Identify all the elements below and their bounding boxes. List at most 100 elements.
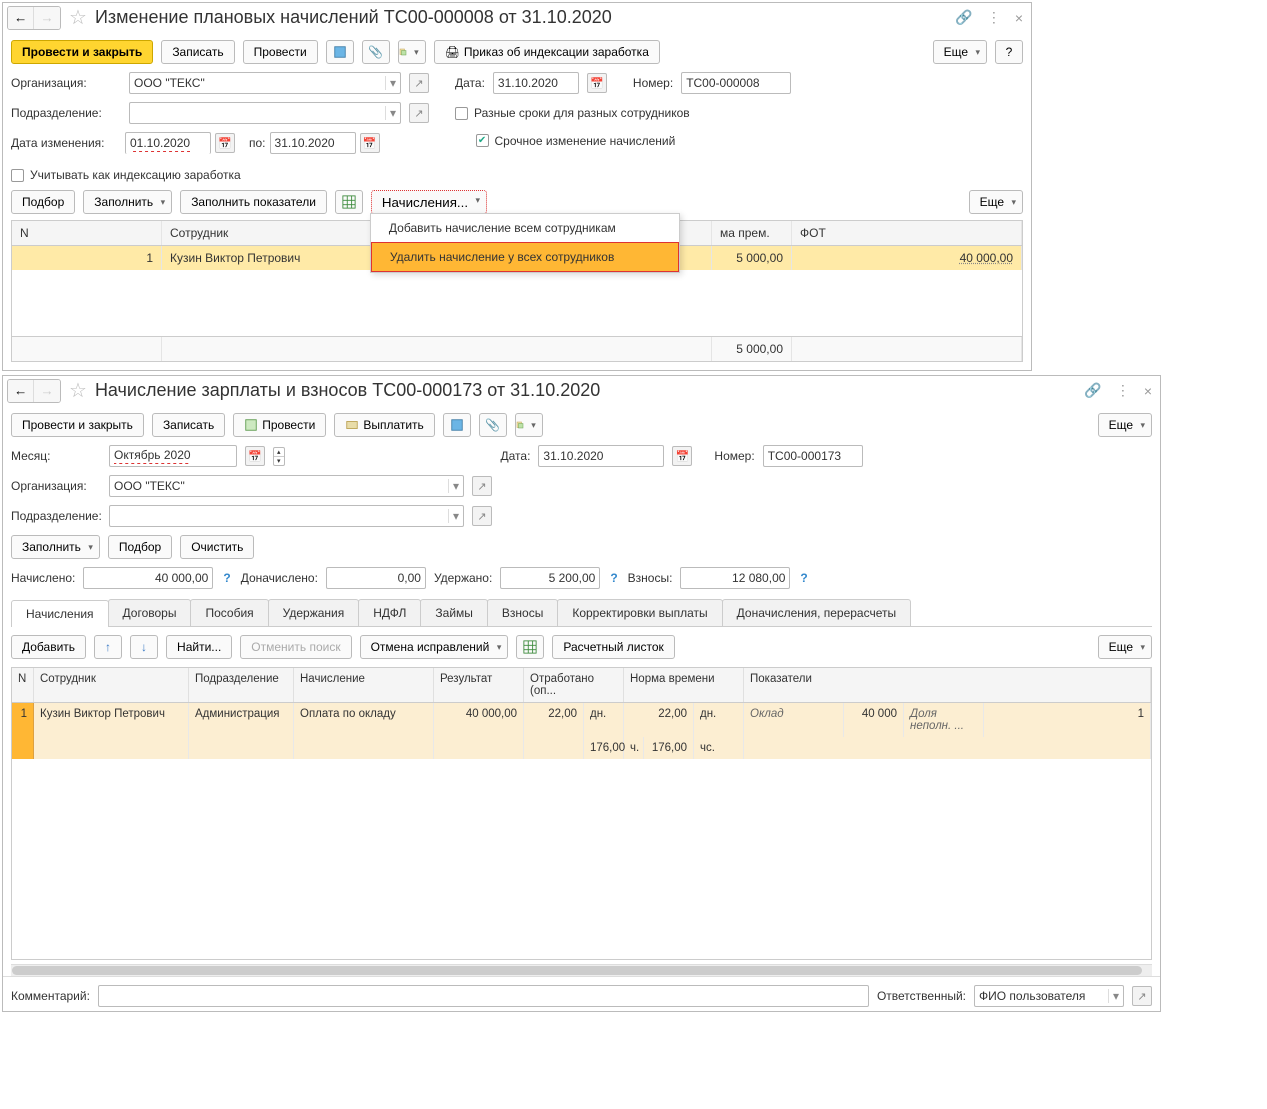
- org-input[interactable]: ООО "ТЕКС"▾: [129, 72, 401, 94]
- payslip-button[interactable]: Расчетный листок: [552, 635, 674, 659]
- number-input[interactable]: ТС00-000008: [681, 72, 791, 94]
- accrued-value[interactable]: 40 000,00: [83, 567, 213, 589]
- dept-input[interactable]: ▾: [129, 102, 401, 124]
- help-button[interactable]: ?: [995, 40, 1023, 64]
- contrib-value[interactable]: 12 080,00: [680, 567, 790, 589]
- forward-button[interactable]: →: [34, 380, 60, 402]
- close-icon[interactable]: ×: [1015, 10, 1023, 26]
- grid-row[interactable]: 1 Кузин Виктор Петрович Администрация Оп…: [12, 703, 1151, 737]
- different-terms-checkbox[interactable]: Разные сроки для разных сотрудников: [455, 106, 690, 120]
- month-picker-icon[interactable]: 📅: [245, 446, 265, 466]
- horizontal-scrollbar[interactable]: [11, 964, 1152, 976]
- save-button[interactable]: Записать: [161, 40, 234, 64]
- resp-open-icon[interactable]: ↗: [1132, 986, 1152, 1006]
- org-open-icon[interactable]: ↗: [472, 476, 492, 496]
- change-date-input[interactable]: 01.10.2020: [125, 132, 211, 154]
- grid-settings-icon[interactable]: [516, 635, 544, 659]
- grid-settings-icon[interactable]: [335, 190, 363, 214]
- month-down[interactable]: ▾: [274, 456, 284, 465]
- post-button[interactable]: Провести: [233, 413, 326, 437]
- pay-button[interactable]: Выплатить: [334, 413, 435, 437]
- tab-loans[interactable]: Займы: [420, 599, 488, 626]
- more-button[interactable]: Еще: [933, 40, 987, 64]
- urgent-checkbox[interactable]: ✔Срочное изменение начислений: [476, 134, 676, 148]
- to-date-input[interactable]: 31.10.2020: [270, 132, 356, 154]
- print-order-button[interactable]: 🖨 Приказ об индексации заработка: [434, 40, 660, 64]
- attachment-icon[interactable]: 📎: [479, 413, 507, 437]
- table-more-button[interactable]: Еще: [969, 190, 1023, 214]
- report-icon[interactable]: [326, 40, 354, 64]
- cancel-search-button[interactable]: Отменить поиск: [240, 635, 351, 659]
- calendar-icon[interactable]: 📅: [360, 133, 380, 153]
- forward-button[interactable]: →: [34, 7, 60, 29]
- withheld-value[interactable]: 5 200,00: [500, 567, 600, 589]
- fill-indicators-button[interactable]: Заполнить показатели: [180, 190, 327, 214]
- back-button[interactable]: ←: [8, 7, 34, 29]
- back-button[interactable]: ←: [8, 380, 34, 402]
- kebab-icon[interactable]: ⋮: [987, 9, 1001, 26]
- favorite-icon[interactable]: ☆: [67, 5, 89, 30]
- month-label: Месяц:: [11, 449, 101, 463]
- accruals-dropdown[interactable]: Начисления...: [371, 190, 487, 214]
- favorite-icon[interactable]: ☆: [67, 378, 89, 403]
- date-input[interactable]: 31.10.2020: [538, 445, 664, 467]
- title-actions: 🔗 ⋮ ×: [955, 9, 1023, 26]
- date-input[interactable]: 31.10.2020: [493, 72, 579, 94]
- help-icon[interactable]: ?: [221, 571, 232, 585]
- attachment-icon[interactable]: 📎: [362, 40, 390, 64]
- gh-worked: Отработано (оп...: [524, 668, 624, 702]
- grid-row-2[interactable]: 176,00 ч. 176,00 чс.: [12, 737, 1151, 759]
- post-close-button[interactable]: Провести и закрыть: [11, 413, 144, 437]
- extra-value[interactable]: 0,00: [326, 567, 426, 589]
- org-input[interactable]: ООО "ТЕКС"▾: [109, 475, 464, 497]
- save-button[interactable]: Записать: [152, 413, 225, 437]
- dept-input[interactable]: ▾: [109, 505, 464, 527]
- post-button[interactable]: Провести: [243, 40, 318, 64]
- pick-button[interactable]: Подбор: [108, 535, 172, 559]
- tab-ndfl[interactable]: НДФЛ: [358, 599, 421, 626]
- help-icon[interactable]: ?: [608, 571, 619, 585]
- tab-contracts[interactable]: Договоры: [108, 599, 192, 626]
- calendar-icon[interactable]: 📅: [215, 133, 235, 153]
- link-icon[interactable]: 🔗: [1084, 382, 1101, 399]
- help-icon[interactable]: ?: [798, 571, 809, 585]
- pick-button[interactable]: Подбор: [11, 190, 75, 214]
- cancel-fix-button[interactable]: Отмена исправлений: [360, 635, 509, 659]
- comment-input[interactable]: [98, 985, 869, 1007]
- menu-delete-all[interactable]: Удалить начисление у всех сотрудников: [371, 242, 679, 272]
- grid-more-button[interactable]: Еще: [1098, 635, 1152, 659]
- find-button[interactable]: Найти...: [166, 635, 232, 659]
- tab-extra[interactable]: Доначисления, перерасчеты: [722, 599, 911, 626]
- number-input[interactable]: ТС00-000173: [763, 445, 863, 467]
- move-up-icon[interactable]: ↑: [94, 635, 122, 659]
- dept-open-icon[interactable]: ↗: [472, 506, 492, 526]
- tab-corrections[interactable]: Корректировки выплаты: [557, 599, 722, 626]
- col-fot: ФОТ: [792, 221, 1022, 245]
- clear-button[interactable]: Очистить: [180, 535, 254, 559]
- fill-button[interactable]: Заполнить: [83, 190, 172, 214]
- related-docs-icon[interactable]: [515, 413, 543, 437]
- add-button[interactable]: Добавить: [11, 635, 86, 659]
- fill-button[interactable]: Заполнить: [11, 535, 100, 559]
- tab-benefits[interactable]: Пособия: [190, 599, 268, 626]
- tab-withholdings[interactable]: Удержания: [268, 599, 360, 626]
- related-docs-icon[interactable]: [398, 40, 426, 64]
- link-icon[interactable]: 🔗: [955, 9, 972, 26]
- month-up[interactable]: ▴: [274, 448, 284, 456]
- move-down-icon[interactable]: ↓: [130, 635, 158, 659]
- index-checkbox[interactable]: Учитывать как индексацию заработка: [11, 168, 241, 182]
- calendar-icon[interactable]: 📅: [672, 446, 692, 466]
- calendar-icon[interactable]: 📅: [587, 73, 607, 93]
- menu-add-all[interactable]: Добавить начисление всем сотрудникам: [371, 214, 679, 242]
- dept-open-icon[interactable]: ↗: [409, 103, 429, 123]
- close-icon[interactable]: ×: [1144, 383, 1152, 399]
- resp-input[interactable]: ФИО пользователя▾: [974, 985, 1124, 1007]
- more-button[interactable]: Еще: [1098, 413, 1152, 437]
- tab-accruals[interactable]: Начисления: [11, 600, 109, 627]
- org-open-icon[interactable]: ↗: [409, 73, 429, 93]
- kebab-icon[interactable]: ⋮: [1116, 382, 1130, 399]
- report-icon[interactable]: [443, 413, 471, 437]
- month-input[interactable]: Октябрь 2020: [109, 445, 237, 467]
- tab-contributions[interactable]: Взносы: [487, 599, 558, 626]
- post-close-button[interactable]: Провести и закрыть: [11, 40, 153, 64]
